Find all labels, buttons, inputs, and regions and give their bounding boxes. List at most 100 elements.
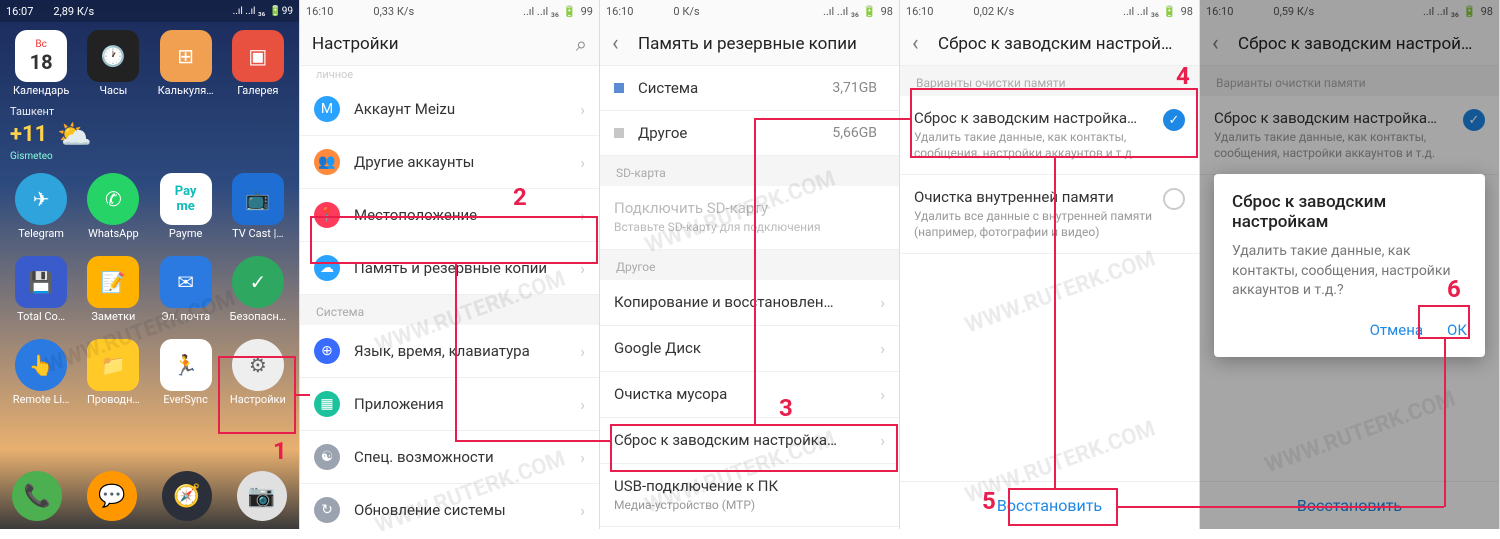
ok-button[interactable]: ОК <box>1447 321 1467 339</box>
home-grid: Вс18Календарь 🕐Часы ⊞Калькуля… ▣Галерея <box>0 22 299 105</box>
connector-line <box>296 394 310 396</box>
signal-icon: ..ıl ..ıl ₃₆ <box>233 6 266 17</box>
chevron-right-icon: › <box>580 342 585 361</box>
chevron-right-icon: › <box>880 339 885 358</box>
battery-icon: 🔋99 <box>269 6 293 17</box>
square-icon <box>614 128 624 138</box>
connector-line <box>754 118 910 120</box>
connector-line <box>1444 339 1446 507</box>
apps-icon: ▦ <box>314 391 340 417</box>
row-other-accounts[interactable]: 👥Другие аккаунты› <box>300 136 599 189</box>
section-variants: Варианты очистки памяти <box>900 66 1199 96</box>
app-clock[interactable]: 🕐Часы <box>78 30 148 97</box>
status-bar: 16:07 2,89 К/s ..ıl ..ıl ₃₆ 🔋99 <box>0 0 299 22</box>
opt-factory-reset[interactable]: Сброс к заводским настройка… Удалить так… <box>900 96 1199 175</box>
row-location[interactable]: 📍Местоположение› <box>300 189 599 242</box>
status-bar: 16:10 0 К/s ..ıl ..ıl ₃₆ 🔋98 <box>600 0 899 22</box>
row-system-storage: Система3,71GB <box>600 66 899 111</box>
dock-camera[interactable]: 📷 <box>237 471 287 521</box>
screen-reset: 16:10 0,02 К/s ..ıl ..ıl ₃₆ 🔋98 ‹ Сброс … <box>900 0 1200 529</box>
back-icon[interactable]: ‹ <box>912 31 926 56</box>
app-totalcommander[interactable]: 💾Total Co… <box>6 256 76 323</box>
app-calculator[interactable]: ⊞Калькуля… <box>151 30 221 97</box>
opt-internal-cleanup[interactable]: Очистка внутренней памяти Удалить все да… <box>900 175 1199 254</box>
status-rate: 2,89 К/s <box>53 5 94 18</box>
dialog-title: Сброс к заводским настройкам <box>1232 192 1467 232</box>
app-gallery[interactable]: ▣Галерея <box>223 30 293 97</box>
row-meizu-account[interactable]: MАккаунт Meizu› <box>300 83 599 136</box>
globe-icon: ⊕ <box>314 338 340 364</box>
connector-line <box>455 264 457 440</box>
app-email[interactable]: ✉Эл. почта <box>151 256 221 323</box>
meizu-icon: M <box>314 96 340 122</box>
dialog-body: Удалить такие данные, как контакты, сооб… <box>1232 242 1467 301</box>
row-usb[interactable]: USB-подключение к ПК Медиа-устройство (M… <box>600 464 899 528</box>
row-google-drive[interactable]: Google Диск› <box>600 326 899 372</box>
row-language[interactable]: ⊕Язык, время, клавиатура› <box>300 325 599 378</box>
cancel-button[interactable]: Отмена <box>1370 321 1423 339</box>
search-icon[interactable]: ⌕ <box>576 32 587 56</box>
row-storage-backup[interactable]: ☁Память и резервные копии› <box>300 242 599 295</box>
dock-messages[interactable]: 💬 <box>87 471 137 521</box>
chevron-right-icon: › <box>580 259 585 278</box>
dock-phone[interactable]: 📞 <box>12 471 62 521</box>
app-calendar[interactable]: Вс18Календарь <box>6 30 76 97</box>
app-settings[interactable]: ⚙Настройки <box>223 339 293 406</box>
accounts-icon: 👥 <box>314 149 340 175</box>
step-label: 5 <box>982 487 996 515</box>
chevron-right-icon: › <box>580 395 585 414</box>
chevron-right-icon: › <box>880 431 885 450</box>
row-apps[interactable]: ▦Приложения› <box>300 378 599 431</box>
row-factory-reset[interactable]: Сброс к заводским настройка…› <box>600 418 899 464</box>
radio-unchecked-icon[interactable] <box>1163 188 1185 210</box>
step-label: 1 <box>273 437 287 465</box>
row-accessibility[interactable]: ☯Спец. возможности› <box>300 431 599 484</box>
page-title: Сброс к заводским настрой… <box>938 34 1187 54</box>
chevron-right-icon: › <box>880 293 885 312</box>
dock: 📞 💬 🧭 📷 <box>0 471 299 521</box>
connector-line <box>1118 506 1444 508</box>
chevron-right-icon: › <box>580 501 585 520</box>
chevron-right-icon: › <box>580 206 585 225</box>
status-bar: 16:10 0,02 К/s ..ıl ..ıl ₃₆ 🔋98 <box>900 0 1199 22</box>
app-tvcast[interactable]: 📺TV Cast |… <box>223 173 293 240</box>
radio-checked-icon[interactable]: ✓ <box>1163 109 1185 131</box>
accessibility-icon: ☯ <box>314 444 340 470</box>
app-telegram[interactable]: ✈Telegram <box>6 173 76 240</box>
section-other: Другое <box>600 250 899 280</box>
back-icon[interactable]: ‹ <box>612 31 626 56</box>
section-system: Система <box>300 295 599 325</box>
app-whatsapp[interactable]: ✆WhatsApp <box>78 173 148 240</box>
update-icon: ↻ <box>314 497 340 523</box>
row-sd-connect: Подключить SD-карту Вставьте SD-карту дл… <box>600 186 899 250</box>
connector-line <box>754 118 756 424</box>
page-title: Память и резервные копии <box>638 34 887 54</box>
chevron-right-icon: › <box>580 448 585 467</box>
app-notes[interactable]: 📝Заметки <box>78 256 148 323</box>
section-sd: SD-карта <box>600 156 899 186</box>
restore-button[interactable]: Восстановить <box>900 481 1199 529</box>
row-copy-restore[interactable]: Копирование и восстановлен…› <box>600 280 899 326</box>
header: Настройки ⌕ <box>300 22 599 66</box>
screen-home: 16:07 2,89 К/s ..ıl ..ıl ₃₆ 🔋99 Вс18Кале… <box>0 0 300 529</box>
step-label: 3 <box>779 394 793 422</box>
dock-browser[interactable]: 🧭 <box>162 471 212 521</box>
chevron-right-icon: › <box>580 153 585 172</box>
screen-settings: 16:10 0,33 К/s ..ıl ..ıl ₃₆ 🔋99 Настройк… <box>300 0 600 529</box>
location-icon: 📍 <box>314 202 340 228</box>
app-eversync[interactable]: 🏃EverSync <box>151 339 221 406</box>
page-title: Настройки <box>312 34 576 54</box>
row-update[interactable]: ↻Обновление системы› <box>300 484 599 529</box>
row-cleanup[interactable]: Очистка мусора› <box>600 372 899 418</box>
screen-reset-dialog: 16:10 0,59 К/s ..ıl ..ıl ₃₆ 🔋98 ‹ Сброс … <box>1200 0 1500 529</box>
status-time: 16:07 <box>6 5 33 18</box>
app-payme[interactable]: PaymePayme <box>151 173 221 240</box>
step-label: 2 <box>513 183 527 211</box>
square-icon <box>614 83 624 93</box>
app-security[interactable]: ✓Безопасн… <box>223 256 293 323</box>
app-remotelink[interactable]: 👆Remote Li… <box>6 339 76 406</box>
step-label: 6 <box>1447 275 1461 303</box>
weather-widget[interactable]: Ташкент +11 ⛅ Gismeteo <box>0 105 299 165</box>
app-files[interactable]: 📁Проводн… <box>78 339 148 406</box>
header: ‹ Сброс к заводским настрой… <box>900 22 1199 66</box>
